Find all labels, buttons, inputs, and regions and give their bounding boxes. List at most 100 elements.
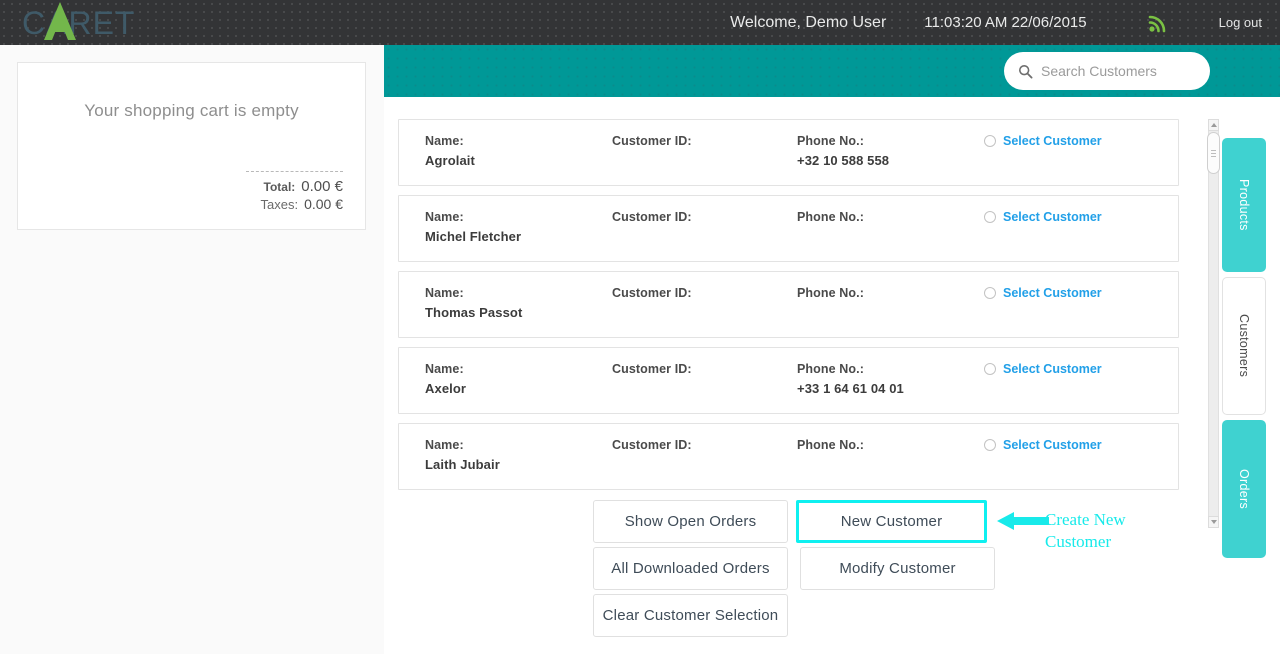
search-icon (1018, 64, 1033, 79)
customer-list: Name: Agrolait Customer ID: Phone No.: +32 1… (398, 119, 1179, 528)
show-open-orders-button[interactable]: Show Open Orders (593, 500, 788, 543)
customer-card[interactable]: Name: Michel Fletcher Customer ID: Phone No… (398, 195, 1179, 262)
customer-phone-label: Phone No.: (797, 362, 904, 376)
customer-phone-field: Phone No.: +32 10 588 558 (797, 134, 889, 168)
customer-name-value: Agrolait (425, 153, 475, 168)
scrollbar-track[interactable] (1208, 119, 1219, 528)
side-tab-group: Products Customers Orders (1222, 119, 1266, 575)
customer-name-value: Thomas Passot (425, 305, 522, 320)
tab-customers-label: Customers (1237, 314, 1251, 377)
customer-phone-label: Phone No.: (797, 210, 864, 224)
select-customer-link[interactable]: Select Customer (1003, 362, 1102, 376)
app-logo[interactable]: CARET (14, 0, 144, 45)
customer-name-field: Name: Michel Fletcher (425, 210, 521, 244)
customer-phone-field: Phone No.: (797, 210, 864, 229)
customer-card[interactable]: Name: Thomas Passot Customer ID: Phone No.:… (398, 271, 1179, 338)
scroll-down-arrow-icon[interactable] (1208, 516, 1219, 528)
customer-id-field: Customer ID: (612, 438, 692, 457)
tab-customers[interactable]: Customers (1222, 277, 1266, 415)
customer-card[interactable]: Name: Agrolait Customer ID: Phone No.: +32 1… (398, 119, 1179, 186)
customer-list-scrollbar[interactable] (1206, 119, 1220, 528)
select-customer-control[interactable]: Select Customer (984, 362, 1102, 376)
cart-taxes-row: Taxes: 0.00 € (246, 196, 343, 212)
customer-id-field: Customer ID: (612, 362, 692, 381)
customer-id-label: Customer ID: (612, 286, 692, 300)
select-customer-link[interactable]: Select Customer (1003, 210, 1102, 224)
customer-phone-label: Phone No.: (797, 134, 889, 148)
top-header-bar: CARET Welcome, Demo User 11:03:20 AM 22/… (0, 0, 1280, 45)
cart-empty-message: Your shopping cart is empty (18, 63, 365, 121)
customer-phone-field: Phone No.: (797, 438, 864, 457)
select-customer-link[interactable]: Select Customer (1003, 438, 1102, 452)
select-customer-radio[interactable] (984, 363, 996, 375)
welcome-message: Welcome, Demo User (730, 14, 886, 32)
scroll-up-arrow-icon[interactable] (1208, 119, 1219, 131)
customer-name-label: Name: (425, 210, 521, 224)
select-customer-control[interactable]: Select Customer (984, 438, 1102, 452)
customer-id-field: Customer ID: (612, 210, 692, 229)
customer-phone-field: Phone No.: (797, 286, 864, 305)
pos-application: CARET Welcome, Demo User 11:03:20 AM 22/… (0, 0, 1280, 654)
select-customer-link[interactable]: Select Customer (1003, 134, 1102, 148)
select-customer-radio[interactable] (984, 211, 996, 223)
clear-customer-selection-button[interactable]: Clear Customer Selection (593, 594, 788, 637)
customer-id-label: Customer ID: (612, 438, 692, 452)
customer-name-field: Name: Axelor (425, 362, 466, 396)
search-customers-box[interactable] (1004, 52, 1210, 90)
all-downloaded-orders-button[interactable]: All Downloaded Orders (593, 547, 788, 590)
cart-box: Your shopping cart is empty Total: 0.00 … (17, 62, 366, 230)
cart-panel: Your shopping cart is empty Total: 0.00 … (0, 45, 384, 654)
tab-orders[interactable]: Orders (1222, 420, 1266, 558)
customer-id-label: Customer ID: (612, 134, 692, 148)
select-customer-control[interactable]: Select Customer (984, 134, 1102, 148)
customer-name-value: Laith Jubair (425, 457, 500, 472)
customer-id-label: Customer ID: (612, 362, 692, 376)
customer-name-value: Axelor (425, 381, 466, 396)
cart-total-label: Total: (264, 180, 296, 194)
customer-name-field: Name: Agrolait (425, 134, 475, 168)
customer-name-field: Name: Thomas Passot (425, 286, 522, 320)
customer-card[interactable]: Name: Laith Jubair Customer ID: Phone No.: S… (398, 423, 1179, 490)
select-customer-control[interactable]: Select Customer (984, 286, 1102, 300)
customer-phone-field: Phone No.: +33 1 64 61 04 01 (797, 362, 904, 396)
select-customer-radio[interactable] (984, 135, 996, 147)
logout-button[interactable]: Log out (1219, 15, 1262, 30)
select-customer-radio[interactable] (984, 287, 996, 299)
cart-divider (246, 171, 343, 172)
customer-phone-label: Phone No.: (797, 438, 864, 452)
customer-phone-label: Phone No.: (797, 286, 864, 300)
clock-datetime: 11:03:20 AM 22/06/2015 (924, 14, 1086, 31)
customer-id-field: Customer ID: (612, 286, 692, 305)
cart-taxes-label: Taxes: (260, 197, 298, 212)
scrollbar-thumb[interactable] (1207, 132, 1220, 174)
customer-phone-value: +32 10 588 558 (797, 153, 889, 168)
cart-total-value: 0.00 € (301, 178, 343, 195)
customer-name-label: Name: (425, 286, 522, 300)
header-right-group: Welcome, Demo User 11:03:20 AM 22/06/201… (730, 12, 1280, 34)
customer-id-field: Customer ID: (612, 134, 692, 153)
annotation-label: Create New Customer (1045, 509, 1175, 553)
modify-customer-button[interactable]: Modify Customer (800, 547, 995, 590)
customer-name-label: Name: (425, 134, 475, 148)
select-customer-radio[interactable] (984, 439, 996, 451)
search-input[interactable] (1041, 63, 1196, 79)
customers-workspace: Name: Agrolait Customer ID: Phone No.: +32 1… (384, 45, 1280, 654)
tab-products[interactable]: Products (1222, 138, 1266, 272)
select-customer-link[interactable]: Select Customer (1003, 286, 1102, 300)
left-arrow-annotation-icon (997, 508, 1049, 534)
customer-phone-value: +33 1 64 61 04 01 (797, 381, 904, 396)
customer-name-value: Michel Fletcher (425, 229, 521, 244)
select-customer-control[interactable]: Select Customer (984, 210, 1102, 224)
cart-total-row: Total: 0.00 € (246, 178, 343, 195)
new-customer-button[interactable]: New Customer (796, 500, 987, 543)
customer-name-label: Name: (425, 438, 500, 452)
tab-products-label: Products (1237, 179, 1251, 231)
cart-taxes-value: 0.00 € (304, 196, 343, 212)
customer-card[interactable]: Name: Axelor Customer ID: Phone No.: +33 1 6… (398, 347, 1179, 414)
cart-totals: Total: 0.00 € Taxes: 0.00 € (246, 171, 343, 213)
customer-id-label: Customer ID: (612, 210, 692, 224)
rss-icon[interactable] (1147, 12, 1169, 34)
customer-name-label: Name: (425, 362, 466, 376)
tab-orders-label: Orders (1237, 469, 1251, 509)
customer-name-field: Name: Laith Jubair (425, 438, 500, 472)
